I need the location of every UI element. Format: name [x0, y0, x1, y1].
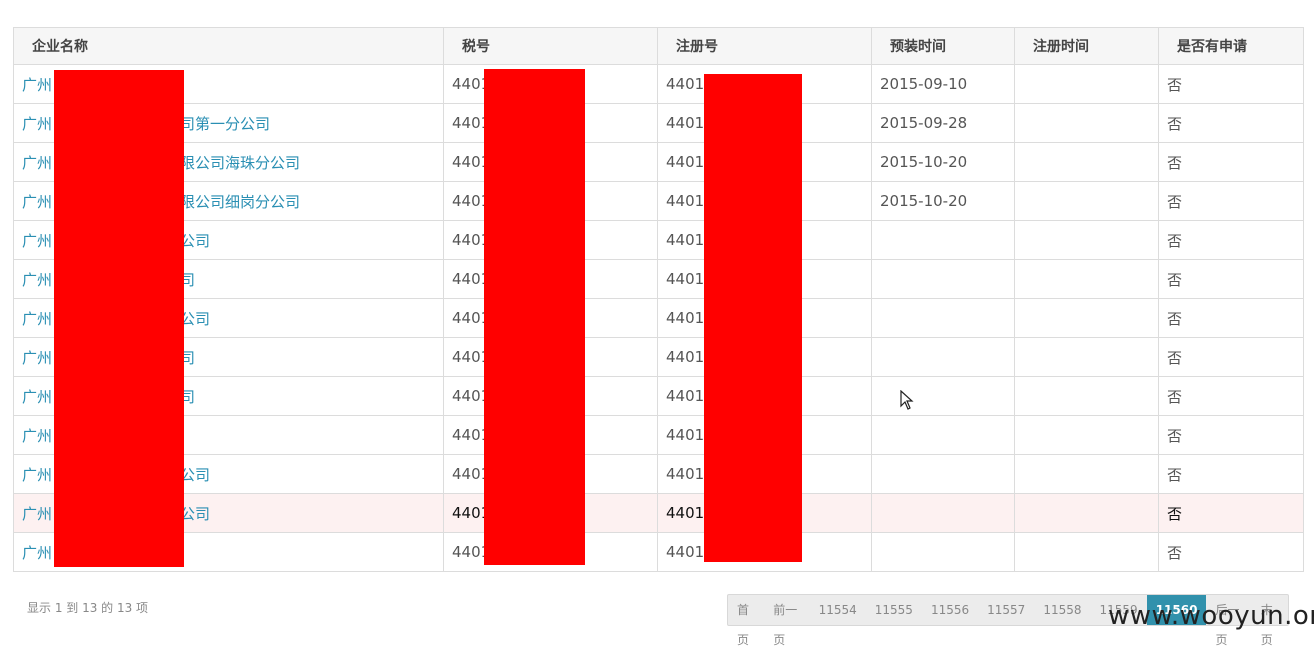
page-button[interactable]: 11558	[1034, 595, 1090, 625]
table-row: 广州 4401 4401 否	[13, 415, 1304, 455]
company-name-prefix: 广州	[22, 75, 53, 94]
mouse-cursor-icon	[900, 390, 914, 410]
applied-status-cell: 否	[1158, 103, 1304, 143]
company-name-prefix: 广州	[22, 348, 53, 367]
table-row: 广州 限公司细岗分公司 4401 4401 2015-10-20 否	[13, 181, 1304, 221]
company-name-prefix: 广州	[22, 114, 53, 133]
applied-status-cell: 否	[1158, 454, 1304, 494]
company-name-prefix: 广州	[22, 270, 53, 289]
table-info: 显示 1 到 13 的 13 项	[27, 601, 149, 615]
company-name-prefix: 广州	[22, 231, 53, 250]
company-name-prefix: 广州	[22, 543, 53, 562]
company-name-prefix: 广州	[22, 387, 53, 406]
register-time-cell	[1014, 298, 1159, 338]
register-time-cell	[1014, 259, 1159, 299]
register-time-cell	[1014, 103, 1159, 143]
col-header-register[interactable]: 注册时间	[1014, 27, 1159, 65]
preinstall-time-cell	[871, 532, 1015, 572]
preinstall-time-cell	[871, 415, 1015, 455]
col-header-preinstall[interactable]: 预装时间	[871, 27, 1015, 65]
table-row: 广州司 4401 4401 否	[13, 259, 1304, 299]
table-row: 广州 4401 4401 否	[13, 532, 1304, 572]
table-row: 广州 4401 4401 2015-09-10 否	[13, 64, 1304, 104]
company-name-suffix: 公司	[180, 465, 211, 484]
company-name-suffix: 限公司细岗分公司	[180, 192, 301, 211]
page-button[interactable]: 11555	[866, 595, 922, 625]
col-header-tax[interactable]: 税号	[443, 27, 658, 65]
page-button[interactable]: 11554	[810, 595, 866, 625]
preinstall-time-cell: 2015-10-20	[871, 142, 1015, 182]
applied-status-cell: 否	[1158, 181, 1304, 221]
preinstall-time-cell: 2015-09-28	[871, 103, 1015, 143]
register-time-cell	[1014, 181, 1159, 221]
page-button[interactable]: 11556	[922, 595, 978, 625]
company-name-suffix: 公司	[180, 231, 211, 250]
table-row: 广州司 4401 4401 否	[13, 376, 1304, 416]
preinstall-time-cell	[871, 376, 1015, 416]
table-row: 广州 公司 4401 4401 否	[13, 493, 1304, 533]
company-name-prefix: 广州	[22, 192, 53, 211]
preinstall-time-cell	[871, 493, 1015, 533]
preinstall-time-cell: 2015-09-10	[871, 64, 1015, 104]
preinstall-time-cell	[871, 337, 1015, 377]
table-row: 广州 司第一分公司 4401 4401 2015-09-28 否	[13, 103, 1304, 143]
company-name-prefix: 广州	[22, 465, 53, 484]
prev-page-button[interactable]: 前一页	[764, 595, 809, 647]
table-row: 广州 公司 4401 4401 否	[13, 454, 1304, 494]
redaction-box-name	[54, 70, 184, 567]
enterprise-table: 企业名称 税号 注册号 预装时间 注册时间 是否有申请 广州 4401 4401 20…	[13, 27, 1304, 572]
company-name-prefix: 广州	[22, 309, 53, 328]
redaction-box-tax	[484, 69, 585, 565]
company-name-suffix: 公司	[180, 504, 211, 523]
applied-status-cell: 否	[1158, 493, 1304, 533]
applied-status-cell: 否	[1158, 142, 1304, 182]
redaction-box-reg	[704, 74, 802, 562]
first-page-button[interactable]: 首页	[728, 595, 764, 647]
register-time-cell	[1014, 376, 1159, 416]
table-row: 广州 限公司海珠分公司 4401 4401 2015-10-20 否	[13, 142, 1304, 182]
register-time-cell	[1014, 415, 1159, 455]
col-header-applied[interactable]: 是否有申请	[1158, 27, 1304, 65]
applied-status-cell: 否	[1158, 337, 1304, 377]
applied-status-cell: 否	[1158, 298, 1304, 338]
register-time-cell	[1014, 64, 1159, 104]
watermark: www.wooyun.org	[1108, 601, 1314, 631]
preinstall-time-cell	[871, 220, 1015, 260]
applied-status-cell: 否	[1158, 415, 1304, 455]
register-time-cell	[1014, 493, 1159, 533]
company-name-prefix: 广州	[22, 504, 53, 523]
company-name-prefix: 广州	[22, 426, 53, 445]
table-row: 广州 公司 4401 4401 否	[13, 220, 1304, 260]
applied-status-cell: 否	[1158, 64, 1304, 104]
col-header-name[interactable]: 企业名称	[13, 27, 444, 65]
company-name-suffix: 公司	[180, 309, 211, 328]
applied-status-cell: 否	[1158, 376, 1304, 416]
company-name-prefix: 广州	[22, 153, 53, 172]
applied-status-cell: 否	[1158, 259, 1304, 299]
table-row: 广州 公司 4401 4401 否	[13, 298, 1304, 338]
register-time-cell	[1014, 532, 1159, 572]
register-time-cell	[1014, 337, 1159, 377]
preinstall-time-cell	[871, 259, 1015, 299]
register-time-cell	[1014, 220, 1159, 260]
table-header-row: 企业名称 税号 注册号 预装时间 注册时间 是否有申请	[13, 27, 1304, 65]
preinstall-time-cell	[871, 454, 1015, 494]
preinstall-time-cell	[871, 298, 1015, 338]
register-time-cell	[1014, 454, 1159, 494]
applied-status-cell: 否	[1158, 532, 1304, 572]
applied-status-cell: 否	[1158, 220, 1304, 260]
company-name-suffix: 限公司海珠分公司	[180, 153, 301, 172]
table-row: 广州司 4401 4401 否	[13, 337, 1304, 377]
page-button[interactable]: 11557	[978, 595, 1034, 625]
register-time-cell	[1014, 142, 1159, 182]
preinstall-time-cell: 2015-10-20	[871, 181, 1015, 221]
col-header-reg[interactable]: 注册号	[657, 27, 872, 65]
company-name-suffix: 司第一分公司	[180, 114, 271, 133]
